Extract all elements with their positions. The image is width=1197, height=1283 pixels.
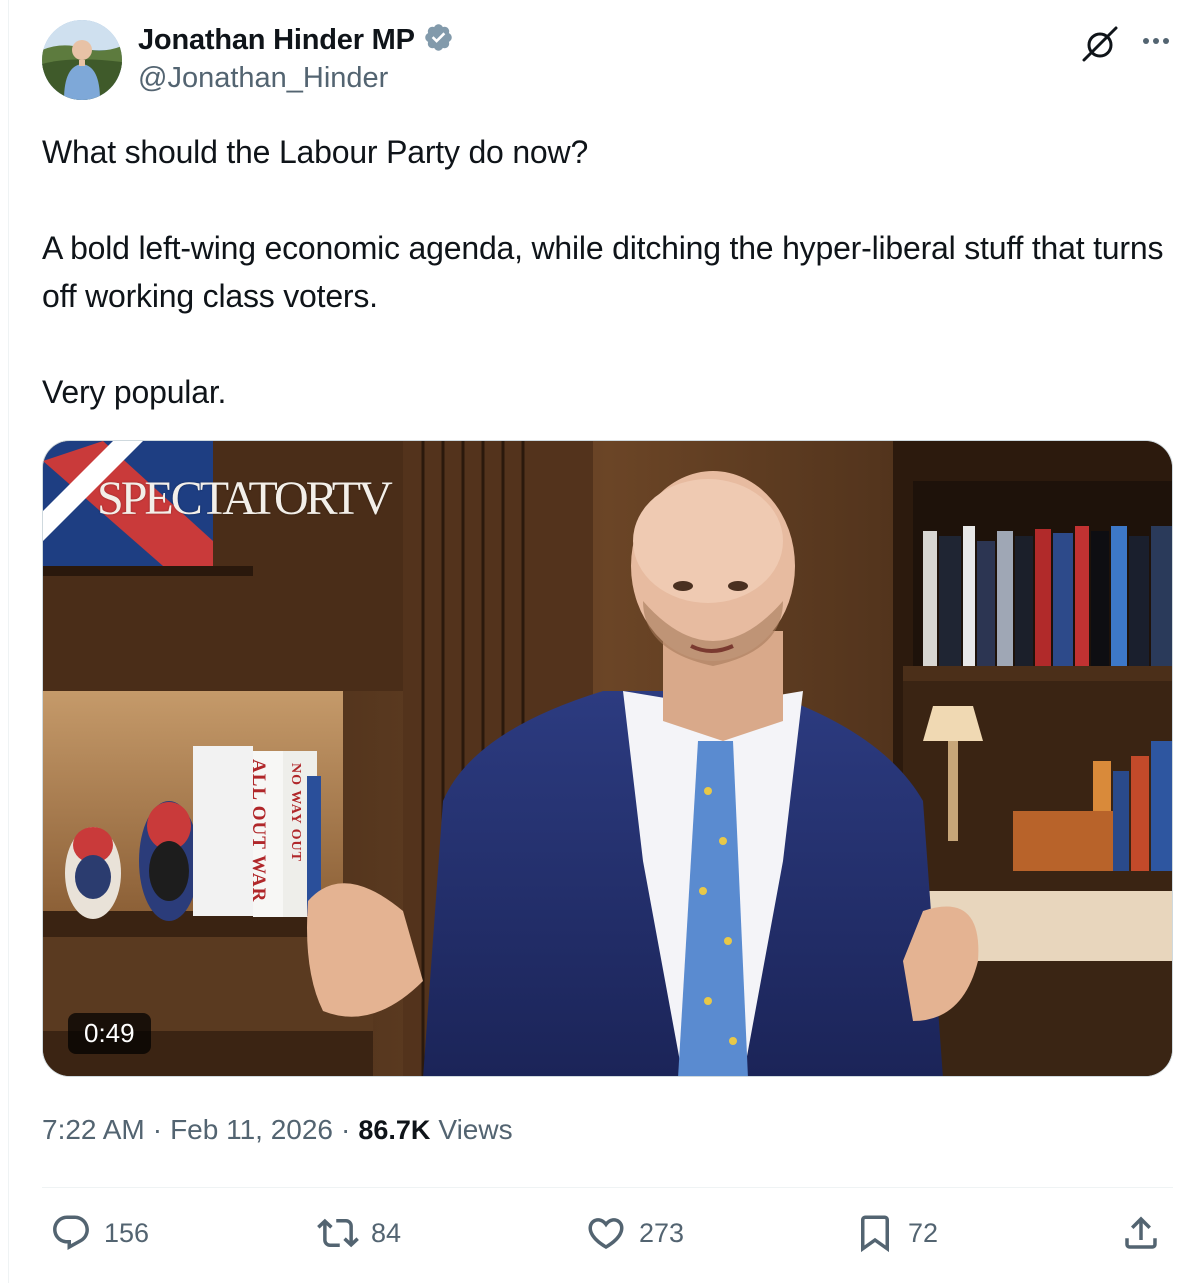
verified-badge-icon (423, 22, 454, 58)
reply-icon (53, 1215, 89, 1250)
like-button[interactable]: 273 (585, 1212, 684, 1254)
bookmark-button[interactable]: 72 (854, 1212, 938, 1254)
video-duration-badge: 0:49 (68, 1013, 151, 1054)
more-options-icon[interactable] (1138, 26, 1174, 56)
tweet-line-3: Very popular. (42, 374, 227, 410)
repost-button[interactable]: 84 (317, 1212, 401, 1254)
tweet-line-1: What should the Labour Party do now? (42, 134, 589, 170)
author-display-name[interactable]: Jonathan Hinder MP (138, 24, 415, 57)
spectator-tv-watermark: SPECTATORTV (97, 472, 393, 525)
repost-icon (317, 1218, 359, 1248)
author-name-row[interactable]: Jonathan Hinder MP (138, 22, 454, 58)
tweet-time[interactable]: 7:22 AM (42, 1114, 145, 1146)
meta-separator: · (341, 1114, 351, 1145)
book-spine-title-1: ALL OUT WAR (248, 759, 269, 903)
timeline-left-border (8, 0, 9, 1283)
tweet-date[interactable]: Feb 11, 2026 (170, 1114, 333, 1146)
heart-icon (588, 1218, 624, 1250)
author-avatar[interactable] (42, 20, 122, 100)
like-count: 273 (639, 1217, 685, 1248)
repost-count: 84 (371, 1217, 402, 1248)
meta-separator: · (152, 1114, 163, 1145)
action-bar-divider (42, 1187, 1173, 1188)
share-icon (1125, 1216, 1157, 1249)
video-player[interactable]: SPECTATORTV ALL OUT WAR NO WAY OUT 0:49 (42, 440, 1173, 1077)
views-label[interactable]: Views (438, 1114, 512, 1146)
video-thumbnail (43, 441, 1172, 1076)
tweet-text: What should the Labour Party do now? A b… (42, 128, 1172, 416)
reply-count: 156 (104, 1217, 150, 1248)
tweet-meta: 7:22 AM · Feb 11, 2026 · 86.7K Views (42, 1114, 513, 1146)
author-handle[interactable]: @Jonathan_Hinder (138, 62, 388, 95)
views-count[interactable]: 86.7K (358, 1115, 430, 1146)
reply-button[interactable]: 156 (50, 1212, 149, 1254)
grok-icon[interactable] (1080, 24, 1120, 64)
tweet-line-2: A bold left-wing economic agenda, while … (42, 230, 1164, 314)
bookmark-count: 72 (908, 1217, 939, 1248)
book-spine-title-2: NO WAY OUT (288, 763, 303, 862)
share-button[interactable] (1120, 1212, 1162, 1254)
bookmark-icon (861, 1215, 889, 1253)
